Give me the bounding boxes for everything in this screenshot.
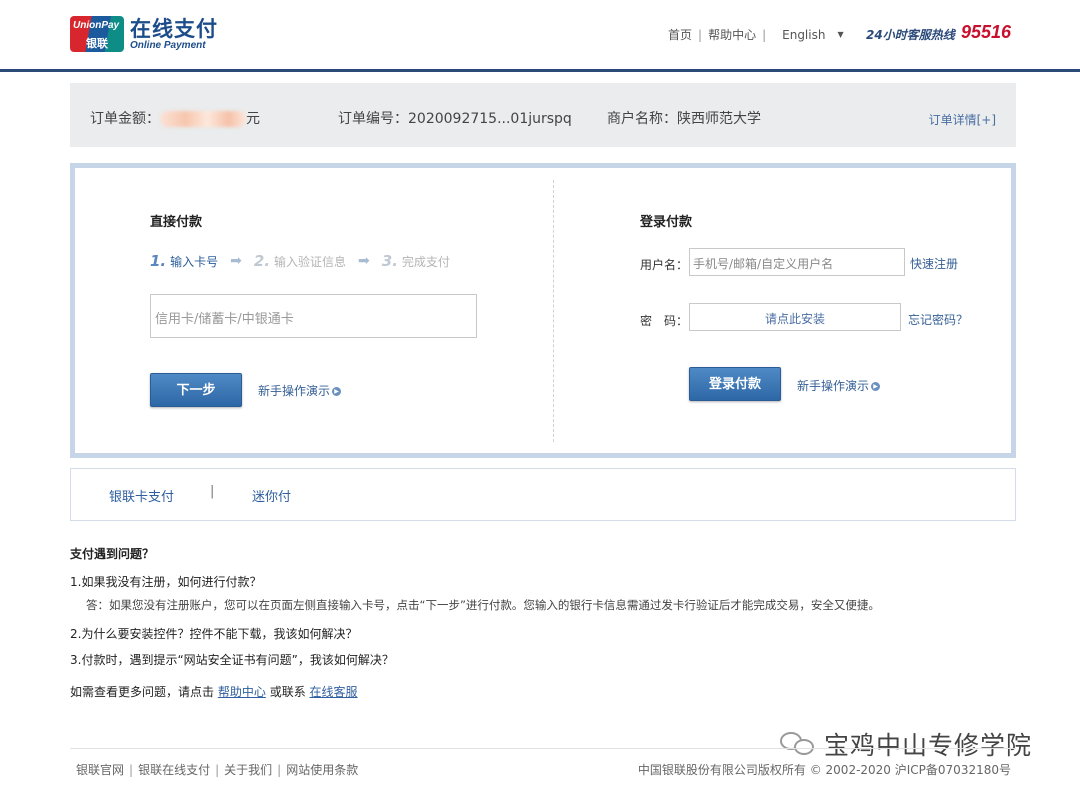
faq-question-3: 3.付款时，遇到提示“网站安全证书有问题”，我该如何解决？	[70, 653, 394, 667]
merchant-label: 商户名称：	[607, 111, 677, 127]
tab-unionpay-card[interactable]: 银联卡支付	[109, 486, 174, 505]
payment-method-tabs: 银联卡支付 | 迷你付	[70, 468, 1016, 521]
direct-pay-title: 直接付款	[150, 215, 203, 230]
step-2: 2. 输入验证信息	[253, 252, 347, 270]
nav-home-link[interactable]: 首页	[668, 26, 692, 43]
card-number-input[interactable]: 信用卡/储蓄卡/中银通卡	[150, 294, 477, 338]
online-service-link[interactable]: 在线客服	[310, 685, 358, 699]
merchant-value: 陕西师范大学	[677, 111, 761, 127]
play-icon: ▶	[332, 387, 342, 396]
order-info-bar: 订单金额： 元 订单编号：2020092715...01jurspq 商户名称：陕…	[70, 83, 1016, 147]
logo-badge-en: UnionPay	[73, 20, 120, 31]
arrow-right-icon: ➡	[358, 253, 370, 269]
faq-question-2: 2.为什么要安装控件？控件不能下载，我该如何解决？	[70, 627, 358, 641]
nav-help-link[interactable]: 帮助中心	[708, 26, 756, 43]
payment-panel: 直接付款 1. 输入卡号 ➡ 2. 输入验证信息 ➡ 3. 完成支付 信用卡/储蓄卡/…	[70, 163, 1016, 458]
merchant-name: 商户名称：陕西师范大学	[607, 108, 761, 128]
step-3: 3. 完成支付	[381, 252, 450, 270]
footer-link-terms[interactable]: 网站使用条款	[286, 763, 358, 777]
caret-down-icon[interactable]: ▼	[837, 30, 843, 39]
arrow-right-icon: ➡	[230, 253, 242, 269]
wechat-watermark: 宝鸡中山专修学院	[778, 726, 1032, 762]
hotline-label: 24小时客服热线	[866, 28, 955, 42]
faq-more: 如需查看更多问题，请点击 帮助中心 或联系 在线客服	[70, 685, 358, 699]
footer-link-about[interactable]: 关于我们	[224, 763, 272, 777]
tab-separator: |	[210, 484, 215, 499]
direct-pay-steps: 1. 输入卡号 ➡ 2. 输入验证信息 ➡ 3. 完成支付	[150, 252, 450, 270]
copyright: 中国银联股份有限公司版权所有 © 2002-2020 沪ICP备07032180…	[637, 763, 1011, 777]
unionpay-logo[interactable]: UnionPay 银联 在线支付 Online Payment	[70, 16, 218, 52]
hotline-number: 95516	[961, 22, 1012, 42]
faq-question-1: 1.如果我没有注册，如何进行付款？	[70, 575, 262, 589]
order-detail-link[interactable]: 订单详情[+]	[929, 111, 996, 128]
order-amount-unit: 元	[246, 111, 260, 127]
faq-title: 支付遇到问题？	[70, 547, 155, 561]
footer-link-unionpay[interactable]: 银联官网	[76, 763, 124, 777]
next-step-button[interactable]: 下一步	[150, 373, 242, 407]
footer-divider	[70, 748, 1016, 749]
site-header: UnionPay 银联 在线支付 Online Payment 首页 | 帮助中…	[0, 0, 1080, 72]
play-icon: ▶	[871, 382, 881, 391]
wechat-icon	[778, 728, 818, 760]
login-pay-title: 登录付款	[640, 215, 693, 230]
logo-subtitle: Online Payment	[130, 39, 206, 51]
order-amount-label: 订单金额：	[90, 111, 160, 127]
password-label: 密 码：	[640, 314, 689, 328]
faq-answer-1: 答：如果您没有注册账户，您可以在页面左侧直接输入卡号，点击“下一步”进行付款。您…	[86, 598, 880, 612]
order-amount-blurred	[160, 111, 246, 127]
logo-title: 在线支付	[130, 16, 218, 41]
quick-register-link[interactable]: 快速注册	[910, 255, 958, 272]
login-demo-link[interactable]: 新手操作演示 ▶	[797, 377, 881, 394]
watermark-text: 宝鸡中山专修学院	[824, 731, 1033, 760]
order-number-label: 订单编号：	[338, 111, 408, 127]
help-center-link[interactable]: 帮助中心	[218, 685, 266, 699]
order-number: 订单编号：2020092715...01jurspq	[338, 108, 572, 128]
tab-mini-pay[interactable]: 迷你付	[252, 486, 291, 505]
direct-demo-link[interactable]: 新手操作演示 ▶	[258, 382, 342, 399]
forgot-password-link[interactable]: 忘记密码？	[908, 311, 968, 328]
order-amount: 订单金额： 元	[90, 108, 260, 128]
footer-link-online-pay[interactable]: 银联在线支付	[138, 763, 210, 777]
login-pay-button[interactable]: 登录付款	[689, 367, 781, 401]
panel-divider	[553, 180, 554, 442]
top-nav: 首页 | 帮助中心 | English ▼	[668, 26, 844, 43]
logo-badge-cn: 银联	[86, 37, 108, 50]
username-input[interactable]: 手机号/邮箱/自定义用户名	[689, 248, 905, 276]
step-1: 1. 输入卡号	[150, 252, 219, 270]
nav-separator: |	[698, 27, 703, 42]
order-number-value: 2020092715...01jurspq	[408, 111, 572, 127]
nav-separator: |	[762, 27, 767, 42]
language-selector[interactable]: English	[782, 28, 825, 42]
footer-links: 银联官网 | 银联在线支付 | 关于我们 | 网站使用条款	[76, 763, 359, 777]
password-install-control[interactable]: 请点此安装	[689, 303, 901, 331]
username-label: 用户名：	[640, 258, 689, 272]
unionpay-badge-icon: UnionPay 银联	[70, 16, 124, 52]
